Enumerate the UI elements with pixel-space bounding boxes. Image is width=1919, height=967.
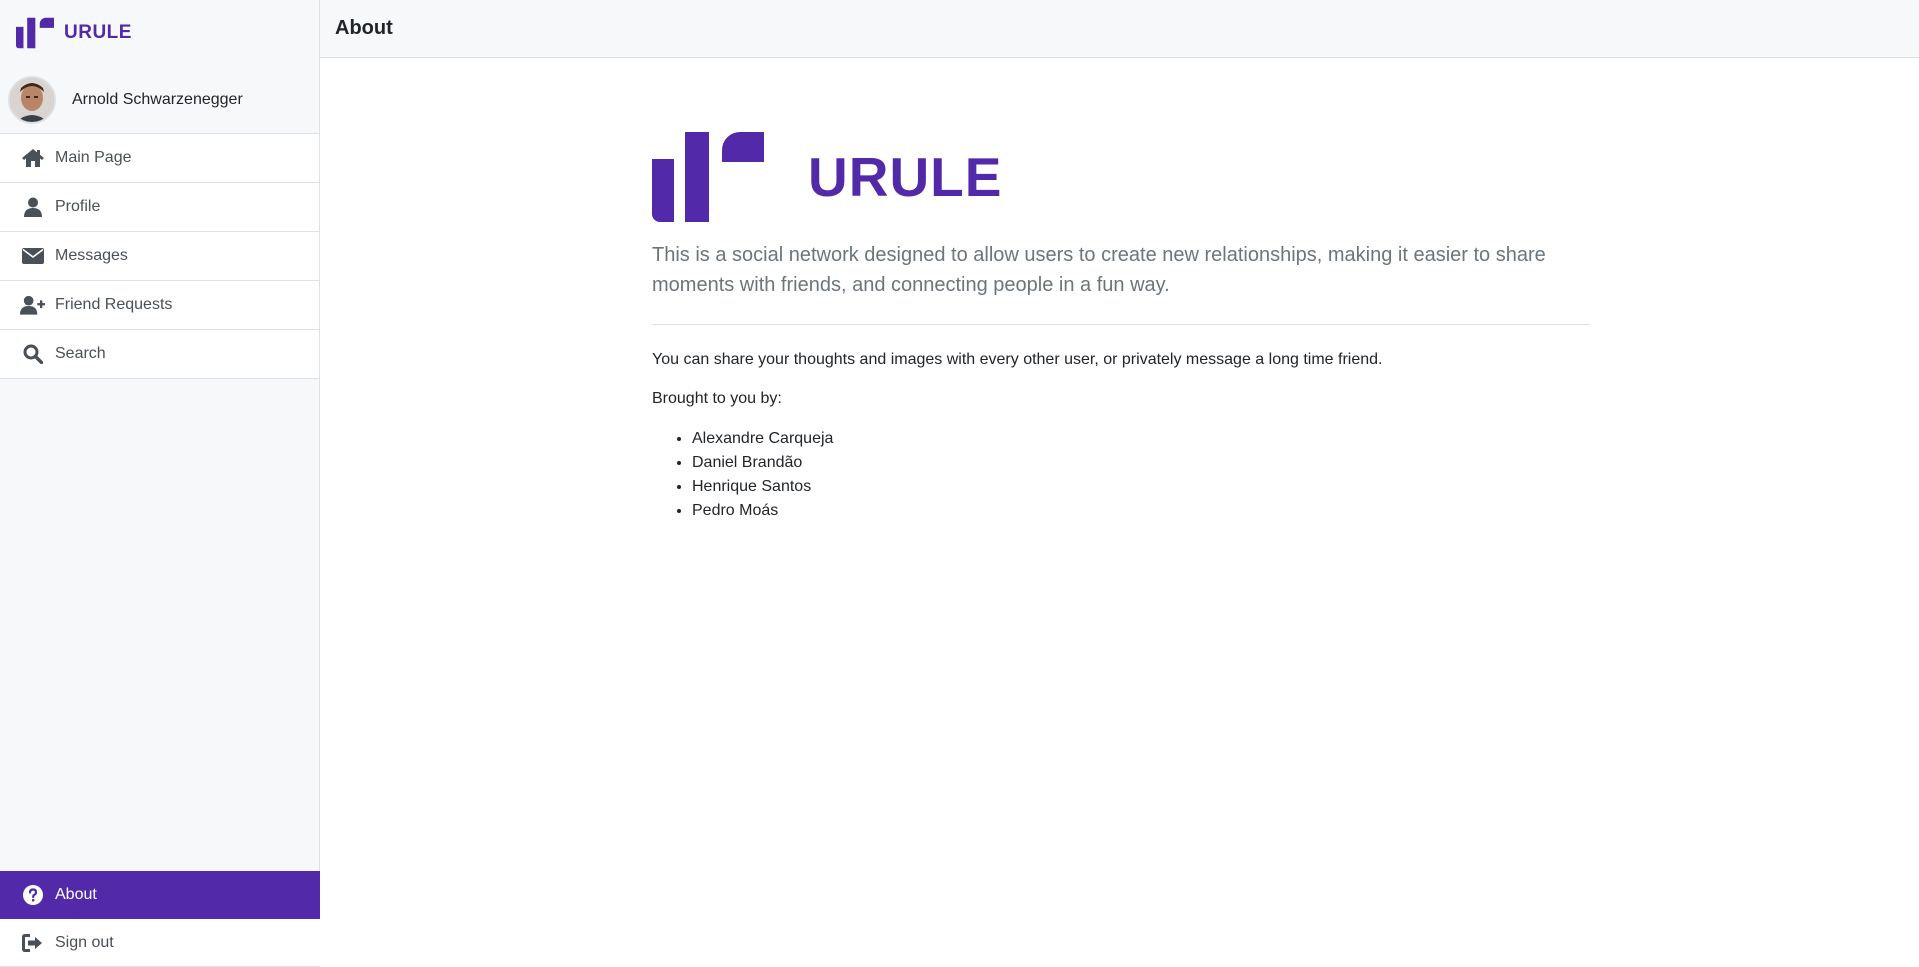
page-header: About [320,0,1919,58]
hero-brand-name: URULE [808,146,1003,208]
brand-name: URULE [64,22,132,43]
hero-brand: URULE [652,132,1590,222]
sidebar-item-label: About [55,886,97,903]
urule-logo-icon [652,132,764,222]
about-description: You can share your thoughts and images w… [652,351,1383,368]
sidebar-item-sign-out[interactable]: Sign out [0,919,320,967]
avatar[interactable] [8,75,56,124]
list-item: Henrique Santos [692,475,1590,499]
sign-out-icon [20,932,45,954]
sidebar-bottom-nav: About Sign out [0,871,320,967]
sidebar-item-messages[interactable]: Messages [0,232,319,281]
user-icon [20,196,45,218]
list-item: Pedro Moás [692,499,1590,523]
sidebar-item-friend-requests[interactable]: Friend Requests [0,281,319,330]
sidebar-item-label: Sign out [55,933,114,951]
question-circle-icon [20,884,45,906]
sidebar-item-label: Messages [55,247,128,264]
list-item: Daniel Brandão [692,451,1590,475]
sidebar-item-profile[interactable]: Profile [0,183,319,232]
envelope-icon [20,245,45,267]
sidebar-item-label: Friend Requests [55,296,173,313]
search-icon [20,343,45,365]
user-profile-summary[interactable]: Arnold Schwarzenegger [0,66,319,134]
about-lead: This is a social network designed to all… [652,244,1546,296]
sidebar-item-label: Main Page [55,149,132,166]
about-content: URULE This is a social network designed … [652,132,1590,523]
sidebar-item-about[interactable]: About [0,871,320,919]
sidebar-item-label: Search [55,345,106,362]
divider [652,324,1590,325]
user-name: Arnold Schwarzenegger [72,90,243,108]
credits-heading: Brought to you by: [652,390,782,407]
sidebar-nav: Main Page Profile Messages Friend Reques… [0,134,319,379]
page-title: About [335,17,393,39]
list-item: Alexandre Carqueja [692,427,1590,451]
sidebar: URULE Arnold Schwarzenegger Main Page Pr… [0,0,320,967]
brand[interactable]: URULE [0,0,319,66]
home-icon [20,147,45,169]
app-root: URULE Arnold Schwarzenegger Main Page Pr… [0,0,1919,967]
sidebar-item-label: Profile [55,198,101,215]
user-plus-icon [20,294,45,316]
avatar-photo-icon [10,77,54,122]
authors-list: Alexandre Carqueja Daniel Brandão Henriq… [652,427,1590,523]
sidebar-item-search[interactable]: Search [0,330,319,379]
urule-logo-icon [16,17,54,49]
sidebar-item-main-page[interactable]: Main Page [0,134,319,183]
